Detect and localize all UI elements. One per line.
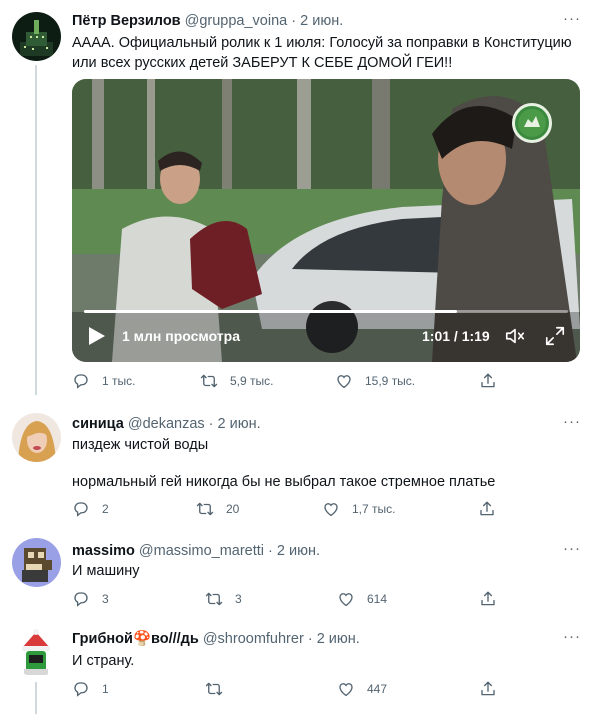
like-button[interactable]: 447 [337, 680, 387, 698]
like-button[interactable]: 15,9 тыс. [335, 372, 415, 390]
retweet-icon [205, 590, 223, 608]
display-name[interactable]: massimo [72, 543, 135, 559]
user-handle[interactable]: @dekanzas [128, 416, 205, 432]
avatar[interactable] [12, 538, 61, 587]
like-count: 1,7 тыс. [352, 502, 396, 516]
share-icon [478, 500, 496, 518]
retweet-button[interactable]: 3 [205, 590, 242, 608]
user-handle[interactable]: @gruppa_voina [185, 13, 288, 29]
tweet-date[interactable]: 2 июн. [317, 631, 360, 647]
video-progress-bar[interactable] [84, 310, 568, 313]
retweet-icon [200, 372, 218, 390]
heart-icon [322, 500, 340, 518]
heart-icon [337, 590, 355, 608]
tweet-header: Пётр Верзилов @gruppa_voina · 2 июн. [72, 12, 343, 30]
share-icon [479, 680, 497, 698]
retweet-button[interactable]: 5,9 тыс. [200, 372, 273, 390]
separator-dot: · [291, 13, 297, 29]
tweet-date[interactable]: 2 июн. [300, 13, 343, 29]
share-icon [479, 372, 497, 390]
separator-dot: · [268, 543, 273, 559]
more-icon[interactable]: ··· [563, 540, 581, 557]
tweet-header: massimo @massimo_maretti · 2 июн. [72, 542, 320, 560]
share-button[interactable] [479, 372, 497, 390]
reply-icon [72, 590, 90, 608]
reply-count: 1 тыс. [102, 374, 136, 388]
reply-button[interactable]: 1 тыс. [72, 372, 135, 390]
display-name-part-1: Грибной [72, 631, 133, 647]
tweet-header: Грибной🍄во///дь @shroomfuhrer · 2 июн. [72, 630, 360, 648]
separator-dot: · [208, 416, 214, 432]
retweet-button[interactable] [205, 680, 235, 698]
play-icon[interactable] [88, 326, 106, 346]
separator-dot: · [307, 631, 313, 647]
like-count: 614 [367, 592, 388, 606]
reply-icon [72, 372, 90, 390]
video-progress-fill [84, 310, 457, 313]
reply-button[interactable]: 2 [72, 500, 109, 518]
tweet-actions: 1 447 [72, 680, 512, 702]
tweet-4[interactable]: Грибной🍄во///дь @shroomfuhrer · 2 июн. ·… [0, 620, 595, 714]
retweet-count: 5,9 тыс. [230, 374, 274, 388]
more-icon[interactable]: ··· [563, 10, 581, 27]
mushroom-emoji: 🍄 [132, 631, 151, 647]
tweet-text: И машину [72, 563, 140, 579]
avatar[interactable] [12, 628, 61, 677]
video-player[interactable]: 1 млн просмотра 1:01 / 1:19 [72, 79, 580, 362]
like-count: 15,9 тыс. [365, 374, 416, 388]
tweet-1[interactable]: Пётр Верзилов @gruppa_voina · 2 июн. ···… [0, 0, 595, 405]
retweet-icon [205, 680, 223, 698]
share-button[interactable] [479, 680, 497, 698]
video-view-count: 1 млн просмотра [122, 328, 241, 344]
retweet-icon [196, 500, 214, 518]
user-handle[interactable]: @shroomfuhrer [203, 631, 304, 647]
tweet-actions: 3 3 614 [72, 590, 512, 612]
video-controls: 1 млн просмотра 1:01 / 1:19 [72, 308, 580, 358]
display-name[interactable]: синица [72, 416, 124, 432]
thread-line [35, 65, 37, 395]
user-handle[interactable]: @massimo_maretti [139, 543, 264, 559]
more-icon[interactable]: ··· [563, 413, 581, 430]
display-name[interactable]: Пётр Верзилов [72, 13, 181, 29]
retweet-count: 3 [235, 592, 242, 606]
avatar[interactable] [12, 12, 61, 61]
display-name[interactable]: Грибной🍄во///дь [72, 631, 199, 647]
like-button[interactable]: 1,7 тыс. [322, 500, 395, 518]
reply-count: 3 [102, 592, 109, 606]
tweet-header: синица @dekanzas · 2 июн. [72, 415, 261, 433]
avatar[interactable] [12, 413, 61, 462]
retweet-button[interactable]: 20 [196, 500, 239, 518]
tweet-text: И страну. [72, 653, 135, 669]
tweet-actions: 2 20 1,7 тыс. [72, 500, 512, 522]
tweet-3[interactable]: massimo @massimo_maretti · 2 июн. ··· И … [0, 530, 595, 620]
tweet-text: пиздеж чистой воды [72, 437, 209, 453]
share-icon [479, 590, 497, 608]
share-button[interactable] [479, 590, 497, 608]
like-count: 447 [367, 682, 388, 696]
reply-button[interactable]: 1 [72, 680, 109, 698]
like-button[interactable]: 614 [337, 590, 387, 608]
share-button[interactable] [478, 500, 496, 518]
tweet-date[interactable]: 2 июн. [218, 416, 261, 432]
thread-line [35, 682, 37, 714]
video-time: 1:01 / 1:19 [422, 328, 490, 344]
reply-count: 2 [102, 502, 109, 516]
reply-count: 1 [102, 682, 109, 696]
tweet-text-paragraph-2: нормальный гей никогда бы не выбрал тако… [72, 474, 496, 490]
reply-button[interactable]: 3 [72, 590, 109, 608]
watermark-logo [512, 103, 552, 143]
tweet-text: АААА. Официальный ролик к 1 июля: Голосу… [72, 35, 572, 71]
reply-icon [72, 500, 90, 518]
tweet-date[interactable]: 2 июн. [277, 543, 320, 559]
fullscreen-icon[interactable] [544, 325, 566, 347]
tweet-actions: 1 тыс. 5,9 тыс. 15,9 тыс. [72, 372, 512, 394]
more-icon[interactable]: ··· [563, 628, 581, 645]
retweet-count: 20 [226, 502, 240, 516]
mute-icon[interactable] [504, 325, 526, 347]
tweet-2[interactable]: синица @dekanzas · 2 июн. ··· пиздеж чис… [0, 405, 595, 530]
heart-icon [337, 680, 355, 698]
display-name-part-2: во///дь [151, 631, 199, 647]
heart-icon [335, 372, 353, 390]
reply-icon [72, 680, 90, 698]
